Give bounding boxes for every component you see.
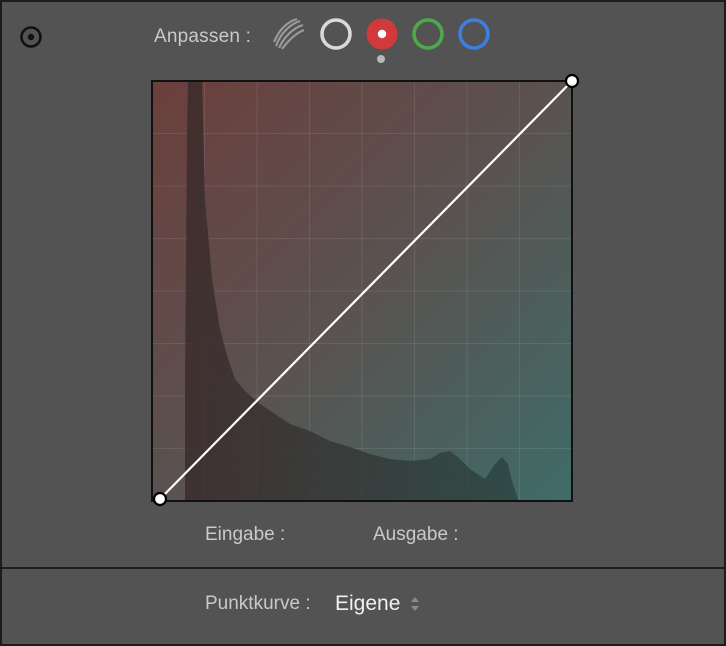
- output-readout-label: Ausgabe :: [373, 524, 459, 545]
- target-adjustment-icon[interactable]: [18, 24, 44, 50]
- curve-point-white[interactable]: [564, 73, 580, 89]
- curve-editor[interactable]: [150, 73, 580, 507]
- blue-ring-icon: [458, 18, 490, 50]
- updown-arrows-icon: [411, 597, 420, 611]
- red-channel-icon: [366, 18, 398, 50]
- parametric-curve-button[interactable]: [270, 16, 306, 52]
- blue-channel-button[interactable]: [456, 16, 492, 52]
- input-readout-label: Eingabe :: [205, 524, 286, 545]
- point-curve-value: Eigene: [335, 592, 401, 615]
- curve-point-black[interactable]: [152, 491, 168, 507]
- adjust-label: Anpassen :: [154, 26, 252, 47]
- rgb-channel-button[interactable]: [318, 16, 354, 52]
- point-curve-label: Punktkurve :: [205, 593, 311, 614]
- green-channel-button[interactable]: [410, 16, 446, 52]
- point-curve-select[interactable]: Eigene: [335, 590, 420, 618]
- selected-channel-indicator: [377, 55, 385, 63]
- section-divider: [2, 567, 724, 569]
- green-ring-icon: [412, 18, 444, 50]
- white-ring-icon: [320, 18, 352, 50]
- parametric-curve-icon: [272, 17, 305, 50]
- red-channel-button[interactable]: [364, 16, 400, 52]
- tone-curve-panel: Anpassen : Eingabe: Ausgabe: Punktkurv…: [0, 0, 726, 646]
